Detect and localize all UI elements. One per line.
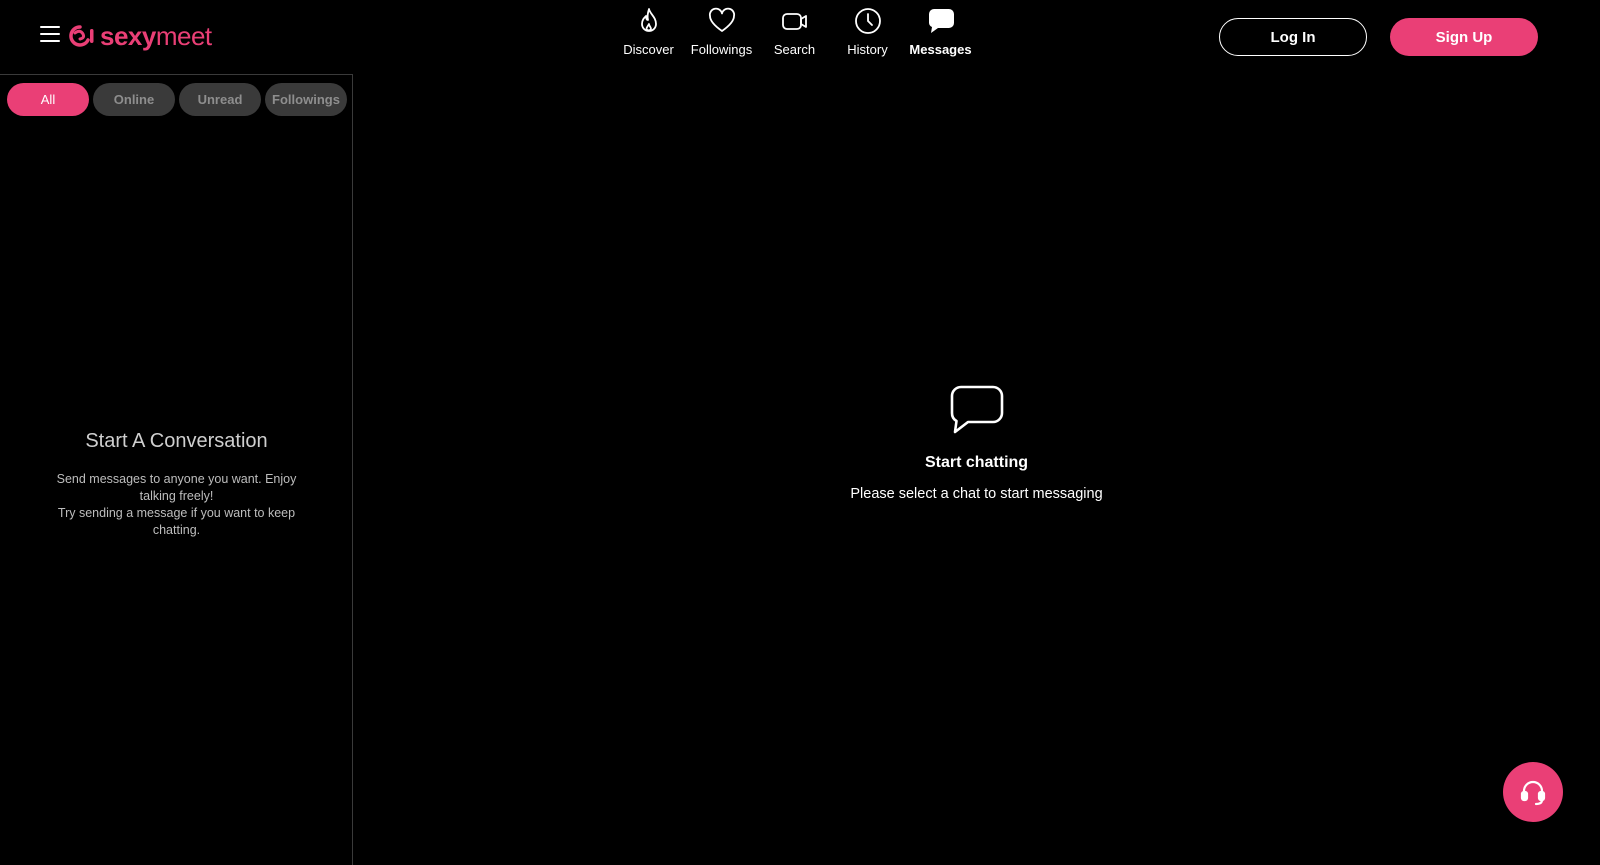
nav-messages[interactable]: Messages bbox=[904, 0, 977, 70]
support-button[interactable] bbox=[1503, 762, 1563, 822]
main-nav: Discover Followings Search History Messa… bbox=[612, 0, 977, 70]
nav-discover[interactable]: Discover bbox=[612, 0, 685, 70]
hamburger-menu-icon[interactable] bbox=[40, 26, 60, 44]
nav-search[interactable]: Search bbox=[758, 0, 831, 70]
signup-button[interactable]: Sign Up bbox=[1390, 18, 1538, 56]
headset-icon bbox=[1520, 780, 1546, 806]
empty-state-title: Start A Conversation bbox=[85, 430, 268, 452]
chat-bubble-icon bbox=[928, 9, 954, 33]
filter-tabs: All Online Unread Followings bbox=[7, 83, 347, 116]
filter-online[interactable]: Online bbox=[93, 83, 175, 116]
nav-history[interactable]: History bbox=[831, 0, 904, 70]
video-camera-icon bbox=[781, 13, 807, 30]
nav-label: Followings bbox=[690, 42, 753, 57]
start-chatting-title: Start chatting bbox=[924, 454, 1029, 471]
logo-text: sexymeet bbox=[100, 20, 212, 51]
conversation-sidebar: All Online Unread Followings Start A Con… bbox=[0, 74, 353, 865]
filter-unread[interactable]: Unread bbox=[179, 83, 261, 116]
nav-label: Search bbox=[773, 42, 816, 57]
nav-label: History bbox=[847, 42, 888, 57]
chat-placeholder: Start chatting Please select a chat to s… bbox=[353, 384, 1600, 502]
nav-followings[interactable]: Followings bbox=[685, 0, 758, 70]
flame-icon bbox=[640, 8, 657, 32]
logo[interactable]: sexymeet bbox=[66, 18, 212, 54]
header: sexymeet Discover Followings Search Hist… bbox=[0, 0, 1600, 75]
nav-label: Discover bbox=[623, 42, 674, 57]
chat-bubble-outline-icon bbox=[950, 385, 1003, 434]
start-chatting-subtitle: Please select a chat to start messaging bbox=[850, 486, 1103, 502]
empty-state-description: Send messages to anyone you want. Enjoy … bbox=[56, 472, 297, 537]
clock-icon bbox=[854, 8, 881, 34]
heart-icon bbox=[708, 7, 735, 32]
filter-all[interactable]: All bbox=[7, 83, 89, 116]
login-button[interactable]: Log In bbox=[1219, 18, 1367, 56]
logo-mark-icon bbox=[69, 25, 94, 47]
filter-followings[interactable]: Followings bbox=[265, 83, 347, 116]
nav-label: Messages bbox=[909, 42, 972, 57]
empty-state: Start A Conversation Send messages to an… bbox=[0, 430, 353, 539]
